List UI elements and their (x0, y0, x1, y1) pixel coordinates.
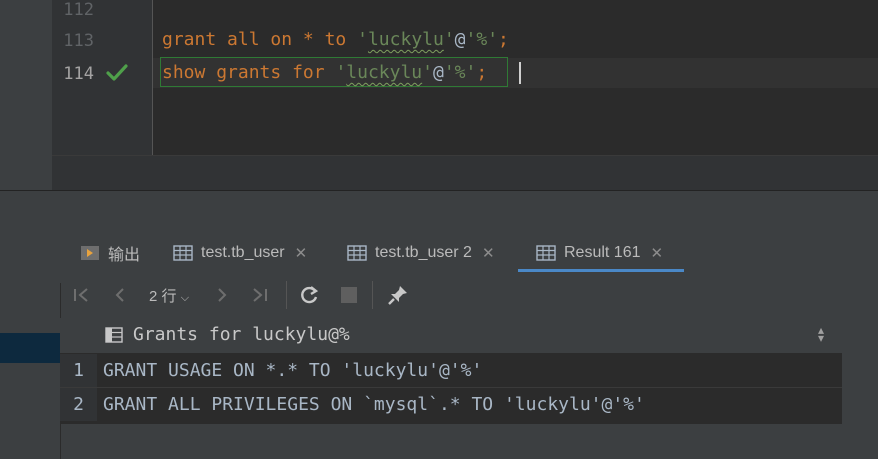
string-value: '%' (465, 29, 499, 50)
pin-icon[interactable] (387, 284, 409, 306)
table-row[interactable]: 1 GRANT USAGE ON *.* TO 'luckylu'@'%' (60, 354, 842, 387)
reload-icon[interactable] (299, 285, 319, 305)
row-number: 1 (60, 354, 97, 387)
result-toolbar: 2 行 ⌵ (60, 275, 878, 315)
panel-left-strip (0, 283, 60, 459)
result-grid[interactable]: Grants for luckylu@% ▴ ▾ 1 GRANT USAGE ON… (60, 318, 842, 424)
tab-label: Result 161 (564, 244, 641, 261)
grid-right-filler (842, 318, 878, 459)
editor-footer (52, 155, 878, 191)
close-icon[interactable]: ✕ (651, 244, 664, 262)
tab-label: test.tb_user (201, 244, 285, 261)
grant-cell[interactable]: GRANT USAGE ON *.* TO 'luckylu'@'%' (103, 354, 482, 387)
next-page-icon[interactable] (215, 287, 229, 303)
previous-page-icon[interactable] (113, 287, 127, 303)
chevron-down-icon: ⌵ (180, 292, 190, 304)
tab-test-tb-user[interactable]: test.tb_user ✕ (173, 235, 307, 271)
tab-test-tb-user-2[interactable]: test.tb_user 2 ✕ (347, 235, 495, 271)
keyword: on (270, 29, 293, 50)
text-caret (519, 62, 521, 84)
grant-cell[interactable]: GRANT ALL PRIVILEGES ON `mysql`.* TO 'lu… (103, 388, 645, 421)
table-row[interactable]: 2 GRANT ALL PRIVILEGES ON `mysql`.* TO '… (60, 388, 842, 421)
tab-output[interactable]: 输出 (80, 235, 140, 271)
check-icon (106, 64, 128, 81)
editor-left-strip (0, 0, 52, 190)
code-line-114[interactable]: show grants for 'luckylu'@'%'; (162, 62, 487, 83)
active-tab-indicator (518, 269, 684, 272)
line-number: 114 (63, 64, 94, 84)
string-value: luckylu (346, 62, 423, 83)
semicolon: ; (476, 62, 488, 83)
line-number: 112 (63, 0, 94, 20)
last-page-icon[interactable] (250, 287, 268, 303)
at-sign: @ (432, 62, 444, 83)
keyword: grants (216, 62, 282, 83)
operator: * (292, 29, 325, 50)
tab-label: test.tb_user 2 (375, 244, 472, 261)
sql-editor[interactable]: 112 113 114 grant all on * to 'luckylu'@… (0, 0, 878, 191)
keyword: to (324, 29, 347, 50)
string-quote: ' (357, 29, 368, 50)
at-sign: @ (454, 29, 466, 50)
stop-icon[interactable] (341, 287, 357, 303)
table-icon (347, 245, 367, 261)
semicolon: ; (498, 29, 509, 50)
string-quote: ' (422, 62, 433, 83)
rows-count-dropdown[interactable]: 2 行 ⌵ (149, 285, 189, 306)
grid-header: Grants for luckylu@% ▴ ▾ (60, 318, 842, 354)
tab-label: 输出 (108, 247, 141, 264)
table-icon (173, 245, 193, 261)
sort-icon[interactable]: ▴ ▾ (818, 324, 824, 344)
keyword: show (162, 62, 206, 83)
column-icon (105, 327, 123, 343)
string-value: '%' (443, 62, 477, 83)
keyword: grant (162, 29, 217, 50)
panel-left-selection[interactable] (0, 333, 60, 363)
close-icon[interactable]: ✕ (295, 244, 308, 262)
keyword: all (227, 29, 260, 50)
keyword: for (292, 62, 325, 83)
table-icon (536, 245, 556, 261)
services-panel: 输出 test.tb_user ✕ test.tb_user 2 ✕ Resul… (0, 191, 878, 459)
code-line-113[interactable]: grant all on * to 'luckylu'@'%'; (162, 29, 509, 50)
close-icon[interactable]: ✕ (482, 244, 495, 262)
toolbar-separator (372, 281, 373, 309)
console-icon (81, 246, 99, 260)
string-value: luckylu (367, 29, 444, 50)
first-page-icon[interactable] (73, 287, 91, 303)
rows-count-label: 2 行 (149, 288, 177, 305)
column-header[interactable]: Grants for luckylu@% (133, 324, 350, 345)
tab-result-161[interactable]: Result 161 ✕ (536, 235, 663, 271)
string-quote: ' (443, 29, 455, 50)
toolbar-separator (286, 281, 287, 309)
line-number: 113 (63, 31, 94, 51)
string-quote: ' (335, 62, 347, 83)
row-number: 2 (60, 388, 97, 421)
